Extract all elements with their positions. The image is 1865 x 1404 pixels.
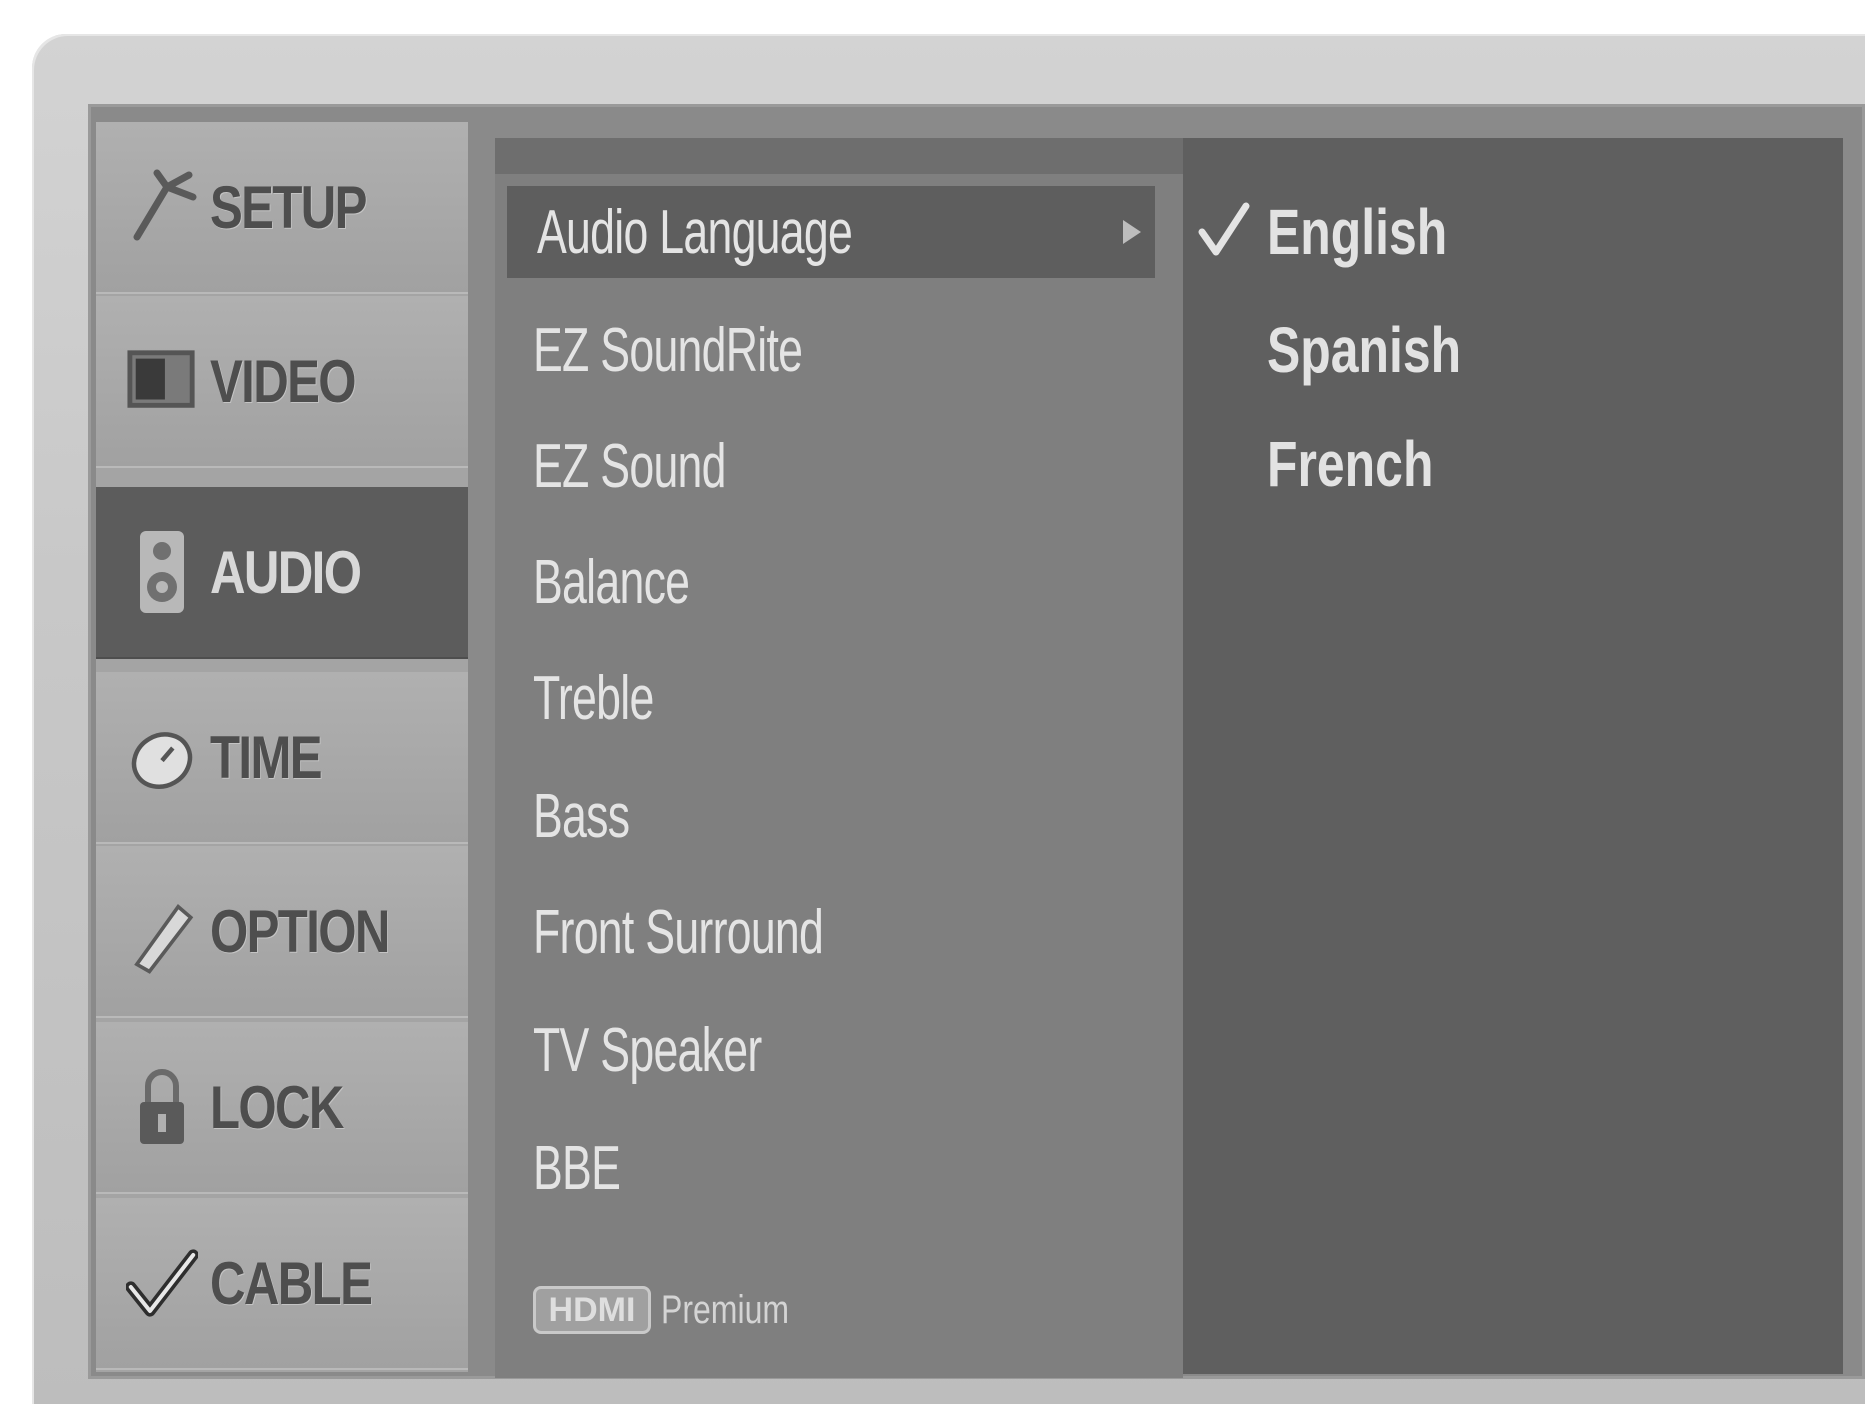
sidebar-item-setup[interactable]: SETUP	[96, 122, 468, 294]
option-french[interactable]: French	[1267, 416, 1480, 512]
sidebar-item-label: CABLE	[210, 1249, 373, 1317]
menu-item-label: Front Surround	[533, 897, 824, 967]
cable-checkmark-icon	[126, 1243, 198, 1323]
sidebar-item-option[interactable]: OPTION	[96, 846, 468, 1018]
menu-item-label: BBE	[533, 1133, 621, 1203]
sidebar-item-label: LOCK	[210, 1073, 344, 1141]
menu-item-balance[interactable]: Balance	[503, 536, 1155, 628]
sidebar-item-lock[interactable]: LOCK	[96, 1022, 468, 1194]
sidebar-item-label: AUDIO	[210, 538, 362, 606]
sidebar-item-time[interactable]: TIME	[96, 672, 468, 844]
menu-item-tv-speaker[interactable]: TV Speaker	[503, 1004, 1155, 1096]
badge-caption: Premium	[661, 1287, 790, 1332]
menu-item-label: Balance	[533, 547, 690, 617]
menu-item-label: EZ Sound	[533, 431, 726, 501]
option-label: Spanish	[1267, 314, 1462, 386]
option-tool-icon	[126, 891, 198, 974]
menu-item-label: Treble	[533, 663, 654, 733]
audio-menu-panel: Audio Language EZ SoundRite EZ Sound Bal…	[495, 138, 1183, 1378]
audio-language-options-panel: English Spanish French	[1183, 138, 1843, 1374]
menu-item-audio-language[interactable]: Audio Language	[507, 186, 1155, 278]
menu-item-treble[interactable]: Treble	[503, 652, 1155, 744]
lock-padlock-icon	[126, 1067, 198, 1147]
checkmark-icon	[1196, 200, 1252, 260]
option-label: English	[1267, 196, 1448, 268]
sidebar-item-label: TIME	[210, 723, 323, 791]
option-spanish[interactable]: Spanish	[1267, 302, 1516, 398]
menu-item-label: EZ SoundRite	[533, 315, 803, 385]
menu-item-front-surround[interactable]: Front Surround	[503, 886, 1155, 978]
menu-item-bass[interactable]: Bass	[503, 770, 1155, 862]
audio-speaker-icon	[126, 531, 198, 613]
hdmi-badge: HDMI	[533, 1286, 651, 1334]
category-sidebar: SETUP VIDEO AUDIO TIME OPTION LOCK CABLE	[96, 122, 468, 1372]
sidebar-item-audio[interactable]: AUDIO	[96, 487, 468, 659]
option-english[interactable]: English	[1267, 184, 1498, 280]
menu-item-ez-sound[interactable]: EZ Sound	[503, 420, 1155, 512]
video-screen-icon	[126, 341, 198, 421]
setup-antenna-icon	[126, 167, 198, 247]
sidebar-item-label: VIDEO	[210, 347, 357, 415]
time-clock-icon	[126, 717, 198, 797]
menu-item-label: Audio Language	[537, 197, 853, 267]
submenu-arrow-icon	[1123, 220, 1141, 244]
option-label: French	[1267, 428, 1434, 500]
menu-item-bbe[interactable]: BBE	[503, 1122, 1155, 1214]
sidebar-item-label: OPTION	[210, 897, 390, 965]
menu-item-label: TV Speaker	[533, 1015, 762, 1085]
sidebar-item-cable[interactable]: CABLE	[96, 1198, 468, 1370]
menu-item-label: Bass	[533, 781, 630, 851]
sidebar-item-label: SETUP	[210, 173, 367, 241]
menu-title-bar	[495, 138, 1183, 174]
sidebar-item-video[interactable]: VIDEO	[96, 296, 468, 468]
hdmi-premium-logo: HDMI Premium	[533, 1286, 821, 1334]
menu-item-ez-soundrite[interactable]: EZ SoundRite	[503, 304, 1155, 396]
